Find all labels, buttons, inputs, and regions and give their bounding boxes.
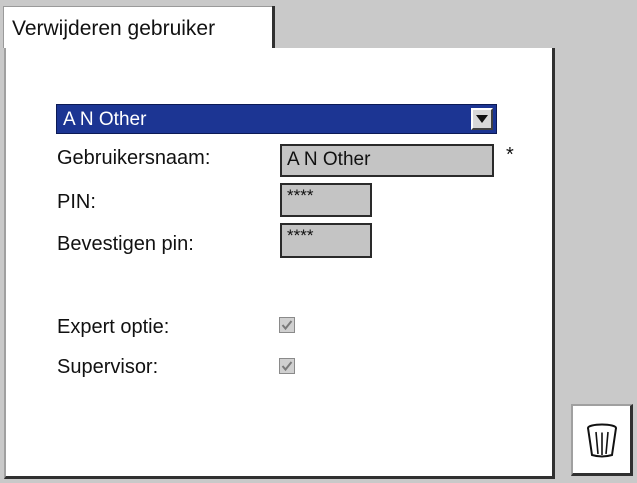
user-select-value: A N Other <box>63 109 147 130</box>
tab-divider <box>272 6 275 50</box>
username-label: Gebruikersnaam: <box>57 147 211 169</box>
tab-label: Verwijderen gebruiker <box>12 17 216 40</box>
username-field[interactable]: A N Other <box>280 144 494 177</box>
confirm-pin-value: **** <box>287 226 314 245</box>
confirm-pin-label: Bevestigen pin: <box>57 233 194 255</box>
pin-label: PIN: <box>57 191 96 213</box>
tab-delete-user[interactable]: Verwijderen gebruiker <box>3 6 275 48</box>
expert-option-checkbox[interactable] <box>279 317 295 333</box>
pin-value: **** <box>287 186 314 205</box>
user-select-dropdown[interactable]: A N Other <box>56 104 497 134</box>
username-value: A N Other <box>287 149 371 170</box>
expert-option-label: Expert optie: <box>57 316 170 338</box>
confirm-pin-field[interactable]: **** <box>280 223 372 258</box>
dropdown-button[interactable] <box>471 108 493 130</box>
screen: Verwijderen gebruiker A N Other Gebruike… <box>0 0 637 483</box>
supervisor-label: Supervisor: <box>57 356 159 378</box>
supervisor-checkbox[interactable] <box>279 358 295 374</box>
required-marker: * <box>506 144 514 166</box>
delete-button[interactable] <box>571 404 633 476</box>
pin-field[interactable]: **** <box>280 183 372 217</box>
